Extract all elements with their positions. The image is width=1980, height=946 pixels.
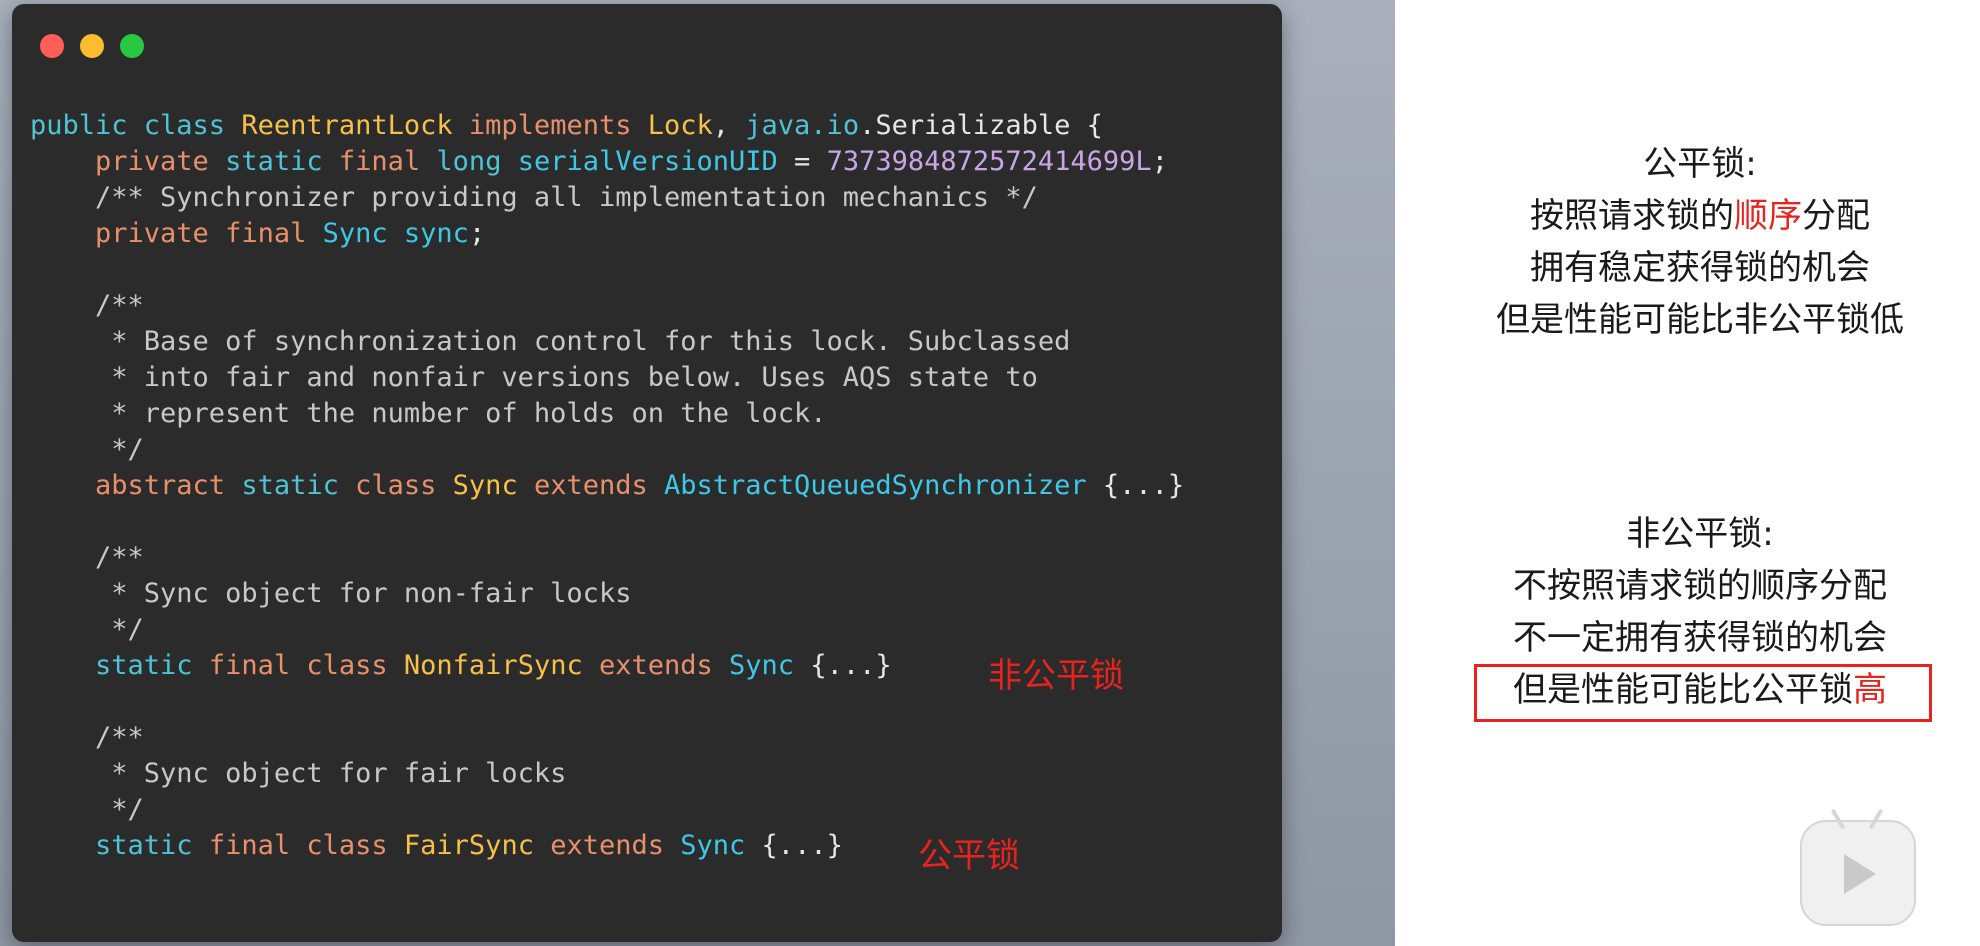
code-token: extends [533, 830, 681, 861]
code-line: /** [30, 720, 1184, 756]
code-token: Sync [452, 470, 518, 501]
code-token: .Serializable { [859, 110, 1103, 141]
code-line: */ [30, 612, 1184, 648]
code-line: * Sync object for fair locks [30, 756, 1184, 792]
code-token: implements [452, 110, 648, 141]
highlight-box [1474, 664, 1932, 722]
code-token: {...} [794, 650, 892, 681]
code-token: {...} [745, 830, 843, 861]
fair-lock-notes: 公平锁: 按照请求锁的顺序分配 拥有稳定获得锁的机会 但是性能可能比非公平锁低 [1450, 138, 1950, 346]
code-token: {...} [1086, 470, 1185, 501]
fair-line1-post: 分配 [1802, 196, 1870, 236]
nonfair-lock-line-1: 不按照请求锁的顺序分配 [1513, 566, 1887, 606]
fair-lock-line-1: 按照请求锁的顺序分配 [1450, 190, 1950, 242]
code-token: static [30, 830, 209, 861]
code-token: extends [582, 650, 730, 681]
code-token: final [208, 830, 307, 861]
code-token: /** [30, 542, 144, 573]
code-token: */ [30, 614, 144, 645]
code-token: class [306, 830, 404, 861]
maximize-window-dot[interactable] [120, 34, 144, 58]
code-token: */ [30, 794, 144, 825]
code-token: final [225, 218, 323, 249]
code-token: ; [468, 218, 486, 249]
code-line: public class ReentrantLock implements Lo… [30, 108, 1184, 144]
code-token: * Sync object for fair locks [30, 758, 567, 789]
code-line: /** Synchronizer providing all implement… [30, 180, 1184, 216]
fair-line1-pre: 按照请求锁的 [1530, 196, 1734, 236]
code-line: private static final long serialVersionU… [30, 144, 1184, 180]
code-token: AbstractQueuedSynchronizer [664, 470, 1087, 501]
play-icon [1844, 854, 1876, 894]
code-line: private final Sync sync; [30, 216, 1184, 252]
code-token: FairSync [403, 830, 534, 861]
code-token: */ [30, 434, 144, 465]
code-token: static [225, 146, 339, 177]
code-token: abstract [30, 470, 242, 501]
nonfair-lock-annotation: 非公平锁 [988, 656, 1124, 696]
code-token: Sync [680, 830, 746, 861]
code-token: private [30, 146, 226, 177]
code-line: */ [30, 792, 1184, 828]
code-token: static [241, 470, 356, 501]
code-line: * into fair and nonfair versions below. … [30, 360, 1184, 396]
code-token: ; [1151, 146, 1168, 177]
code-token: static [30, 650, 209, 681]
nonfair-lock-title: 非公平锁: [1626, 514, 1774, 554]
code-line: * represent the number of holds on the l… [30, 396, 1184, 432]
code-token: sync [403, 218, 469, 249]
fair-lock-annotation: 公平锁 [918, 836, 1020, 876]
code-line: /** [30, 540, 1184, 576]
code-token: java.io [745, 110, 860, 141]
code-token: serialVersionUID [517, 146, 778, 177]
code-token: Sync [729, 650, 795, 681]
code-token: /** [30, 722, 144, 753]
fair-lock-line-2: 拥有稳定获得锁的机会 [1530, 248, 1870, 288]
code-token: Lock [647, 110, 713, 141]
code-line: * Base of synchronization control for th… [30, 324, 1184, 360]
code-line: * Sync object for non-fair locks [30, 576, 1184, 612]
code-token: * into fair and nonfair versions below. … [30, 362, 1038, 393]
close-window-dot[interactable] [40, 34, 64, 58]
code-token: Sync [322, 218, 404, 249]
code-token: 7373984872572414699L [826, 146, 1152, 177]
code-token: final [338, 146, 437, 177]
code-token: public class [30, 110, 242, 141]
fair-lock-line-3: 但是性能可能比非公平锁低 [1496, 300, 1904, 340]
code-token: class [355, 470, 453, 501]
code-token: /** Synchronizer providing all implement… [30, 182, 1038, 213]
code-token: class [306, 650, 404, 681]
minimize-window-dot[interactable] [80, 34, 104, 58]
code-token: * Base of synchronization control for th… [30, 326, 1071, 357]
code-token: , [712, 110, 746, 141]
code-token: /** [30, 290, 144, 321]
video-play-button[interactable] [1800, 808, 1916, 926]
fair-lock-title: 公平锁: [1643, 144, 1757, 184]
code-token: final [208, 650, 307, 681]
nonfair-lock-line-2: 不一定拥有获得锁的机会 [1513, 618, 1887, 658]
code-line: /** [30, 288, 1184, 324]
code-line: */ [30, 432, 1184, 468]
code-token: long [436, 146, 518, 177]
code-token: * Sync object for non-fair locks [30, 578, 632, 609]
code-token: ReentrantLock [241, 110, 453, 141]
code-block: public class ReentrantLock implements Lo… [30, 108, 1184, 864]
code-token: private [30, 218, 226, 249]
code-token: NonfairSync [403, 650, 583, 681]
code-line: abstract static class Sync extends Abstr… [30, 468, 1184, 504]
fair-line1-highlight: 顺序 [1734, 196, 1802, 236]
code-token: = [777, 146, 827, 177]
code-token: * represent the number of holds on the l… [30, 398, 827, 429]
code-token: extends [517, 470, 665, 501]
